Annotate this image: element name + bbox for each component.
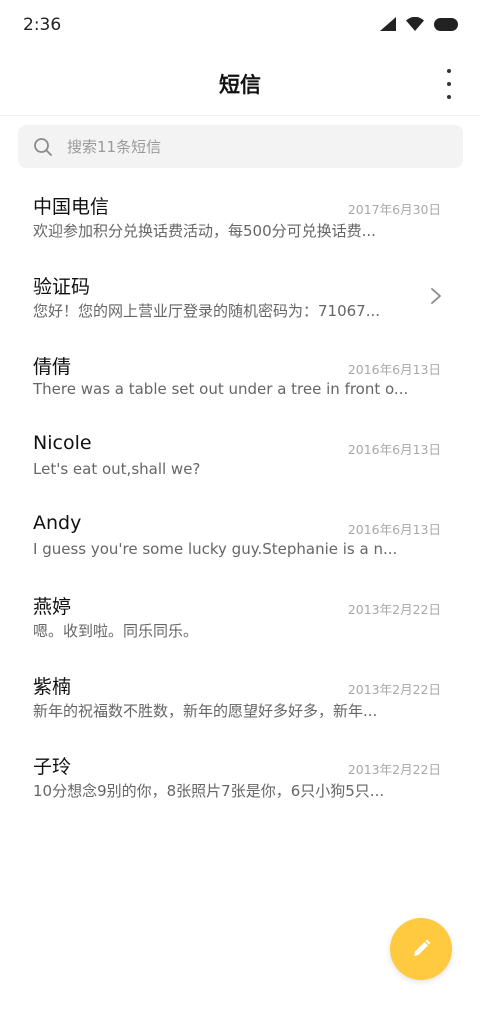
status-time: 2:36 xyxy=(23,15,62,35)
messages-screen: 2:36 短信 中国电信 xyxy=(0,0,480,1013)
message-date: 2013年2月22日 xyxy=(347,602,441,617)
message-item-zinan[interactable]: 紫楠 2013年2月22日 新年的祝福数不胜数，新年的愿望好多好多，新年... xyxy=(0,660,480,740)
message-date: 2016年6月13日 xyxy=(347,522,441,537)
status-icons xyxy=(380,17,458,31)
message-date: 2016年6月13日 xyxy=(347,362,441,377)
search-input[interactable] xyxy=(67,137,427,156)
sender-name: 子玲 xyxy=(33,756,72,778)
message-date: 2013年2月22日 xyxy=(347,682,441,697)
cellular-signal-icon xyxy=(380,17,396,31)
message-preview: 嗯。收到啦。同乐同乐。 xyxy=(33,622,199,640)
search-icon xyxy=(34,137,52,156)
message-date: 2016年6月13日 xyxy=(347,442,441,457)
sender-name: 倩倩 xyxy=(33,356,72,378)
message-preview: There was a table set out under a tree i… xyxy=(33,380,409,398)
message-item-qianqian[interactable]: 倩倩 2016年6月13日 There was a table set out … xyxy=(0,340,480,420)
sender-name: 验证码 xyxy=(33,276,91,298)
message-preview: 新年的祝福数不胜数，新年的愿望好多好多，新年... xyxy=(33,702,378,720)
sender-name: 燕婷 xyxy=(33,596,72,618)
message-date: 2017年6月30日 xyxy=(347,202,441,217)
pencil-icon xyxy=(414,939,431,956)
compose-button[interactable] xyxy=(390,918,452,980)
sender-name: Andy xyxy=(33,512,82,534)
message-preview: I guess you're some lucky guy.Stephanie … xyxy=(33,540,398,558)
message-item-verification-code[interactable]: 验证码 您好！您的网上营业厅登录的随机密码为：71067... xyxy=(0,260,480,340)
sender-name: 紫楠 xyxy=(33,676,72,698)
message-item-yanting[interactable]: 燕婷 2013年2月22日 嗯。收到啦。同乐同乐。 xyxy=(0,580,480,660)
title-bar: 短信 xyxy=(0,52,480,116)
search-bar[interactable] xyxy=(18,125,463,168)
message-preview: Let's eat out,shall we? xyxy=(33,460,201,478)
wifi-icon xyxy=(406,17,424,31)
sender-name: 中国电信 xyxy=(33,196,110,218)
sender-name: Nicole xyxy=(33,432,92,454)
message-item-nicole[interactable]: Nicole 2016年6月13日 Let's eat out,shall we… xyxy=(0,420,480,500)
message-preview: 10分想念9别的你，8张照片7张是你，6只小狗5只... xyxy=(33,782,385,800)
more-options-button[interactable] xyxy=(444,69,454,99)
more-vertical-icon xyxy=(447,69,451,73)
message-preview: 欢迎参加积分兑换话费活动，每500分可兑换话费... xyxy=(33,222,376,240)
page-title: 短信 xyxy=(219,73,261,97)
message-item-china-telecom[interactable]: 中国电信 2017年6月30日 欢迎参加积分兑换话费活动，每500分可兑换话费.… xyxy=(0,180,480,260)
battery-icon xyxy=(434,17,458,31)
message-preview: 您好！您的网上营业厅登录的随机密码为：71067... xyxy=(33,302,381,320)
message-list: 中国电信 2017年6月30日 欢迎参加积分兑换话费活动，每500分可兑换话费.… xyxy=(0,180,480,820)
status-bar: 2:36 xyxy=(0,0,480,52)
message-item-ziling[interactable]: 子玲 2013年2月22日 10分想念9别的你，8张照片7张是你，6只小狗5只.… xyxy=(0,740,480,820)
chevron-right-icon[interactable] xyxy=(430,286,442,306)
message-item-andy[interactable]: Andy 2016年6月13日 I guess you're some luck… xyxy=(0,500,480,580)
message-date: 2013年2月22日 xyxy=(347,762,441,777)
